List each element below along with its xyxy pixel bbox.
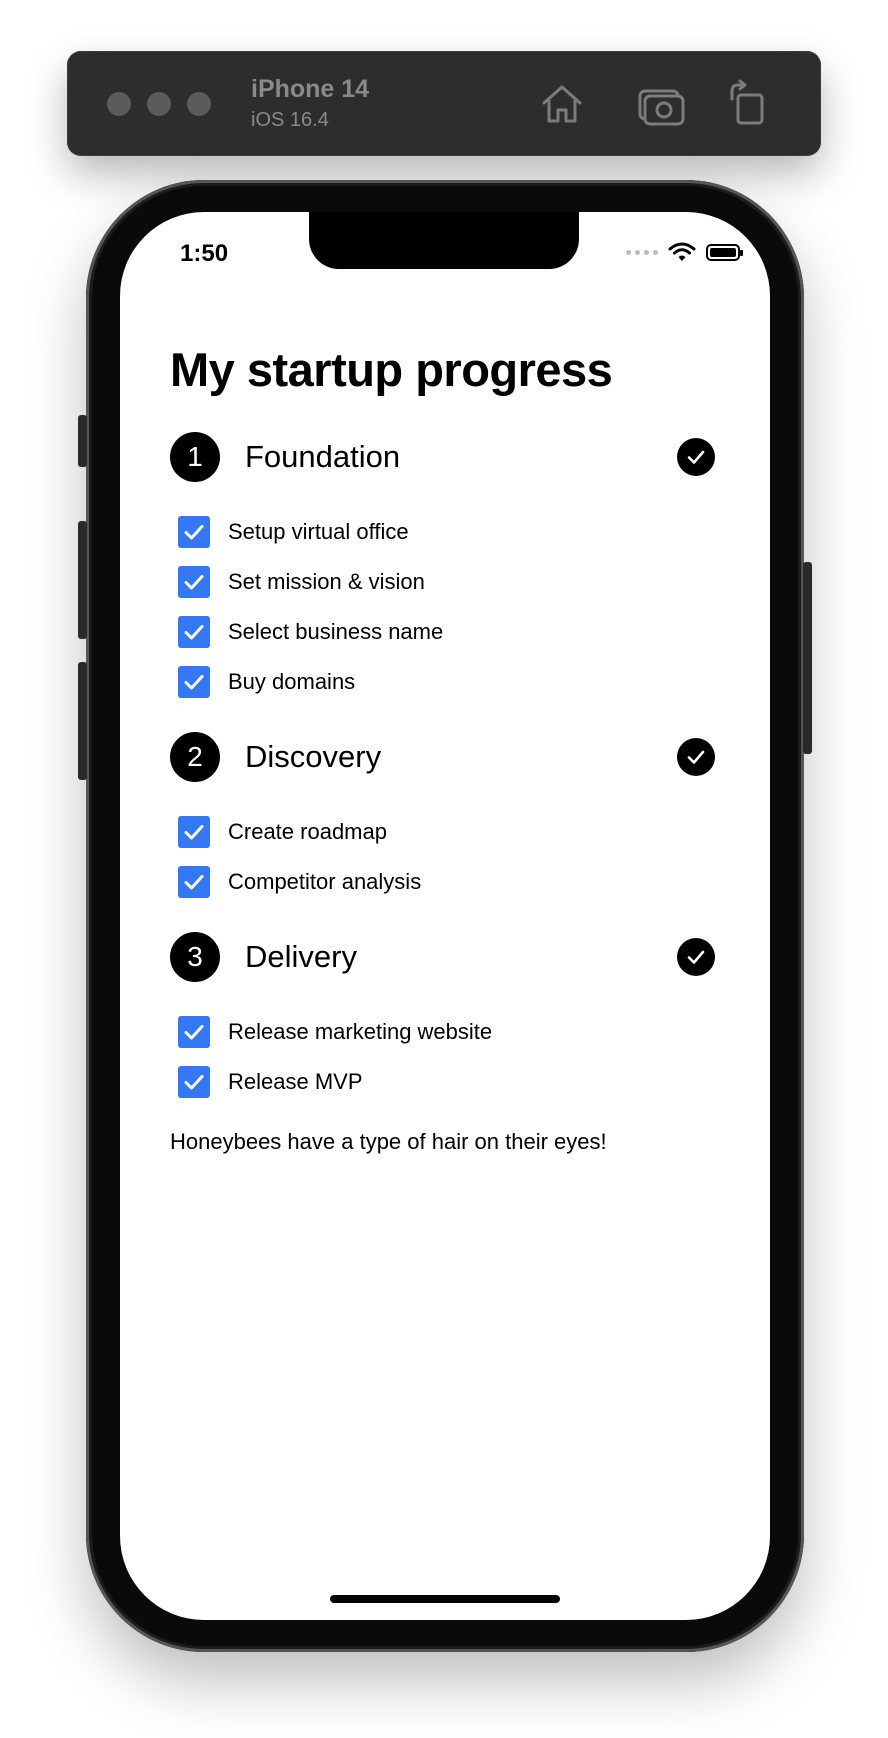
check-icon: [184, 824, 204, 840]
home-indicator[interactable]: [330, 1595, 560, 1603]
phase-number-badge: 2: [170, 731, 220, 782]
task-label: Create roadmap: [228, 818, 387, 844]
checkmark-circle-icon: [677, 737, 715, 776]
phase-section: 3 Delivery Release marketing website Rel…: [170, 931, 715, 1107]
status-icons: [626, 242, 743, 262]
task-label: Setup virtual office: [228, 518, 409, 544]
phase-header: 1 Foundation: [170, 431, 715, 482]
home-icon: [542, 85, 582, 123]
phase-section: 1 Foundation Setup virtual office Set mi…: [170, 431, 715, 707]
task-item[interactable]: Buy domains: [170, 657, 715, 707]
window-zoom-button[interactable]: [187, 92, 211, 116]
signal-dots-icon: [626, 249, 658, 255]
task-label: Release MVP: [228, 1068, 363, 1094]
power-button[interactable]: [803, 562, 812, 754]
phase-section: 2 Discovery Create roadmap Competitor an…: [170, 731, 715, 907]
rotate-button[interactable]: [722, 79, 774, 129]
check-icon: [184, 624, 204, 640]
phase-title: Delivery: [245, 938, 357, 974]
simulator-toolbar: iPhone 14 iOS 16.4: [67, 51, 821, 156]
task-label: Competitor analysis: [228, 868, 422, 894]
task-item[interactable]: Setup virtual office: [170, 507, 715, 557]
task-label: Release marketing website: [228, 1018, 493, 1044]
checkmark-circle-icon: [677, 937, 715, 976]
checkbox[interactable]: [178, 1015, 210, 1048]
task-list: Release marketing website Release MVP: [170, 1007, 715, 1107]
checkbox[interactable]: [178, 565, 210, 598]
task-item[interactable]: Create roadmap: [170, 807, 715, 857]
volume-down-button[interactable]: [78, 662, 87, 780]
check-icon: [184, 1074, 204, 1090]
task-item[interactable]: Competitor analysis: [170, 857, 715, 907]
home-button[interactable]: [536, 79, 588, 129]
checkmark-circle-icon: [677, 437, 715, 476]
task-label: Buy domains: [228, 668, 356, 694]
phase-number-badge: 1: [170, 431, 220, 482]
status-time: 1:50: [180, 240, 229, 267]
device-name: iPhone 14: [251, 75, 370, 103]
task-list: Setup virtual office Set mission & visio…: [170, 507, 715, 707]
check-icon: [184, 1024, 204, 1040]
screenshot-icon: [638, 89, 685, 126]
task-item[interactable]: Release marketing website: [170, 1007, 715, 1057]
checkbox[interactable]: [178, 815, 210, 848]
phase-header: 3 Delivery: [170, 931, 715, 982]
screenshot-button[interactable]: [635, 79, 687, 129]
fun-fact-text: Honeybees have a type of hair on their e…: [170, 1128, 607, 1154]
task-label: Set mission & vision: [228, 568, 425, 594]
phase-header: 2 Discovery: [170, 731, 715, 782]
mute-switch[interactable]: [78, 415, 87, 467]
check-icon: [184, 674, 204, 690]
phase-title: Foundation: [245, 438, 401, 474]
window-close-button[interactable]: [107, 92, 131, 116]
check-icon: [184, 874, 204, 890]
checkbox[interactable]: [178, 515, 210, 548]
checkbox[interactable]: [178, 665, 210, 698]
checkbox[interactable]: [178, 865, 210, 898]
wifi-icon: [668, 242, 696, 261]
app-content: My startup progress 1 Foundation Setup v…: [170, 344, 715, 1155]
checkbox[interactable]: [178, 615, 210, 648]
phase-title: Discovery: [245, 738, 382, 774]
phase-number-badge: 3: [170, 931, 220, 982]
task-item[interactable]: Release MVP: [170, 1057, 715, 1107]
task-item[interactable]: Set mission & vision: [170, 557, 715, 607]
phone-screen: 1:50 My startup progress 1 Foundation Se…: [120, 212, 770, 1620]
task-list: Create roadmap Competitor analysis: [170, 807, 715, 907]
task-label: Select business name: [228, 618, 444, 644]
battery-icon: [706, 243, 743, 261]
task-item[interactable]: Select business name: [170, 607, 715, 657]
os-version: iOS 16.4: [251, 109, 329, 131]
page-title: My startup progress: [170, 343, 613, 396]
check-icon: [184, 524, 204, 540]
rotate-icon: [730, 79, 764, 125]
check-icon: [184, 574, 204, 590]
volume-up-button[interactable]: [78, 521, 87, 639]
notch: [309, 212, 579, 269]
checkbox[interactable]: [178, 1065, 210, 1098]
window-minimize-button[interactable]: [147, 92, 171, 116]
